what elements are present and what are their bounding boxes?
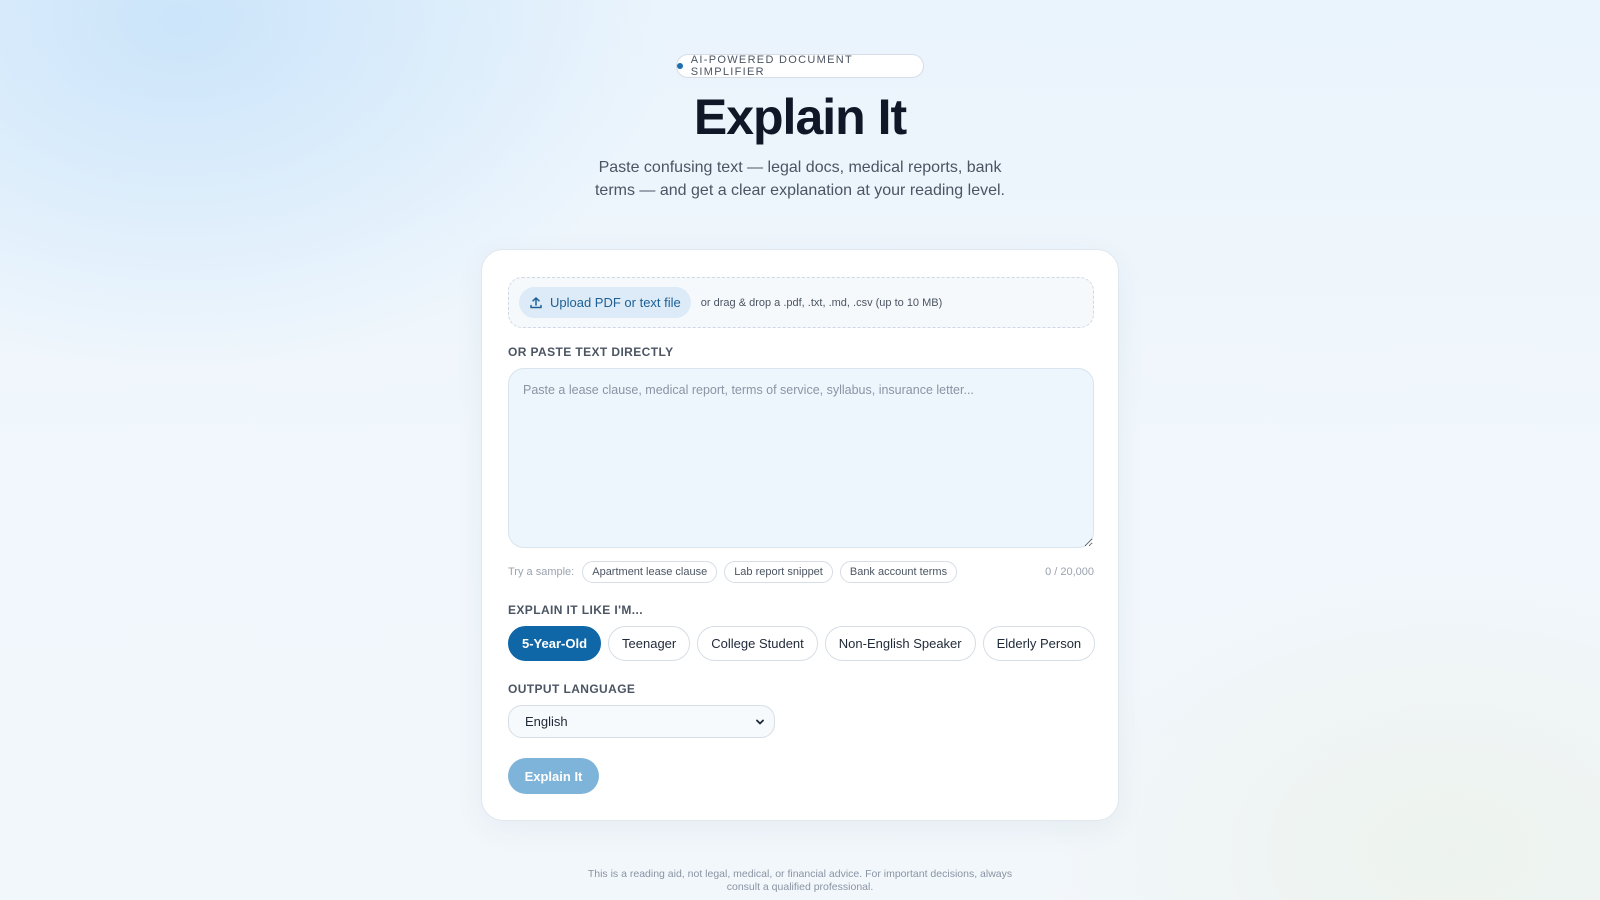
- samples-row: Try a sample: Apartment lease clause Lab…: [508, 561, 1094, 583]
- samples-label: Try a sample:: [508, 566, 575, 578]
- paste-text-input[interactable]: [508, 368, 1094, 548]
- reading-level-label: EXPLAIN IT LIKE I'M...: [508, 603, 643, 617]
- footer-disclaimer: This is a reading aid, not legal, medica…: [587, 868, 1013, 893]
- level-option-5-year-old[interactable]: 5-Year-Old: [508, 626, 602, 661]
- upload-dropzone[interactable]: Upload PDF or text file or drag & drop a…: [508, 277, 1094, 328]
- badge-label: AI-POWERED DOCUMENT SIMPLIFIER: [690, 54, 853, 78]
- level-option-college-student[interactable]: College Student: [697, 626, 818, 661]
- hero-badge: AI-POWERED DOCUMENT SIMPLIFIER: [676, 54, 924, 78]
- sample-chip-lease[interactable]: Apartment lease clause: [582, 561, 718, 583]
- output-language-label: OUTPUT LANGUAGE: [508, 682, 636, 696]
- chevron-down-icon: [756, 719, 764, 724]
- sample-chip-lab-report[interactable]: Lab report snippet: [724, 561, 833, 583]
- upload-button-label: Upload PDF or text file: [550, 295, 681, 310]
- explain-submit-button[interactable]: Explain It: [508, 758, 599, 794]
- output-language-select[interactable]: English: [508, 705, 775, 738]
- explain-form-card: Upload PDF or text file or drag & drop a…: [481, 249, 1119, 821]
- selected-language: English: [525, 714, 568, 729]
- badge-dot-icon: [677, 63, 683, 69]
- page-subtitle: Paste confusing text — legal docs, medic…: [594, 159, 1005, 199]
- character-count: 0 / 20,000: [1045, 566, 1094, 578]
- upload-file-button[interactable]: Upload PDF or text file: [519, 287, 691, 318]
- sample-chip-bank-terms[interactable]: Bank account terms: [839, 561, 958, 583]
- level-option-teenager[interactable]: Teenager: [608, 626, 691, 661]
- level-option-elderly-person[interactable]: Elderly Person: [982, 626, 1096, 661]
- upload-hint: or drag & drop a .pdf, .txt, .md, .csv (…: [700, 296, 943, 309]
- level-option-non-english-speaker[interactable]: Non-English Speaker: [824, 626, 976, 661]
- upload-icon: [530, 296, 542, 308]
- page: AI-POWERED DOCUMENT SIMPLIFIER Explain I…: [0, 0, 1600, 900]
- page-title: Explain It: [693, 89, 907, 145]
- paste-section-label: OR PASTE TEXT DIRECTLY: [508, 345, 674, 359]
- reading-level-options: 5-Year-Old Teenager College Student Non-…: [508, 626, 1096, 661]
